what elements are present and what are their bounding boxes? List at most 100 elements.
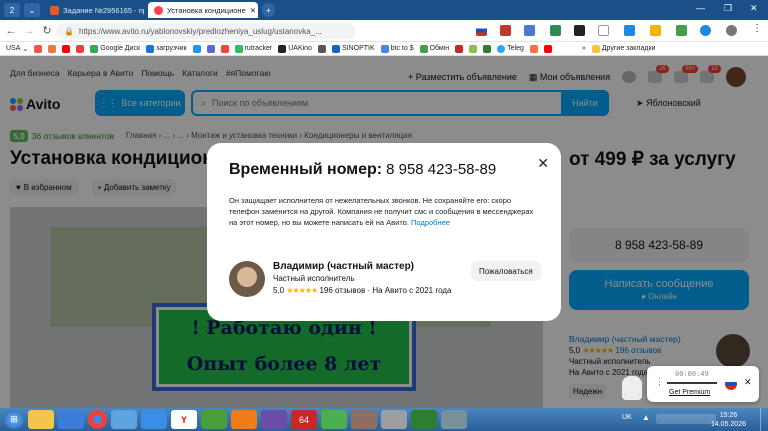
- bookmarks-bar: USA ⌄ Google Диск загрузчик rutracker UAK…: [0, 42, 768, 56]
- bookmark-uakino[interactable]: UAKino: [278, 44, 312, 53]
- bookmark-icon-9[interactable]: [455, 44, 464, 53]
- bookmark-rutracker[interactable]: rutracker: [234, 44, 272, 53]
- bookmark-usa[interactable]: USA ⌄: [6, 45, 28, 53]
- recorder-close-icon[interactable]: ✕: [744, 377, 752, 388]
- folder-icon: [591, 44, 600, 53]
- youtube-icon-2: [543, 44, 552, 53]
- tray-icons[interactable]: [656, 414, 716, 424]
- recorder-progress: [667, 382, 717, 384]
- bookmark-icon-7[interactable]: [220, 44, 229, 53]
- reload-icon[interactable]: ↻: [40, 24, 54, 37]
- network-icon[interactable]: [111, 410, 137, 429]
- shazam-extension-icon[interactable]: [700, 25, 711, 36]
- close-window-icon[interactable]: ✕: [750, 3, 758, 14]
- maximize-icon[interactable]: ❐: [724, 3, 732, 14]
- show-desktop-button[interactable]: [760, 408, 768, 431]
- bookmark-exchange[interactable]: Обмін: [419, 44, 449, 53]
- calendar-extension-icon[interactable]: [598, 25, 609, 36]
- start-windows-icon[interactable]: ⊞: [4, 410, 24, 429]
- aida64-icon[interactable]: 64: [291, 410, 317, 429]
- yandex-browser-icon[interactable]: Y: [171, 410, 197, 429]
- menu-dots-icon[interactable]: ⋮: [752, 23, 763, 34]
- tray-arrow-icon[interactable]: ▲: [642, 413, 650, 422]
- media-player-icon[interactable]: [231, 410, 257, 429]
- tag-extension-icon[interactable]: [550, 25, 561, 36]
- tab-avito[interactable]: Установка кондиционе ✕: [148, 2, 258, 18]
- download-icon: [146, 44, 155, 53]
- folder-app-icon[interactable]: [351, 410, 377, 429]
- download-extension-icon[interactable]: [624, 25, 635, 36]
- close-icon[interactable]: ✕: [537, 155, 549, 172]
- more-link[interactable]: Подробнее: [411, 218, 450, 227]
- vk-icon: [192, 44, 201, 53]
- bookmark-telegram[interactable]: Teleg: [497, 44, 524, 53]
- modal-seller-avatar[interactable]: [229, 261, 265, 297]
- shield-app-icon[interactable]: [58, 410, 84, 429]
- terminal-app-icon[interactable]: [411, 410, 437, 429]
- minimize-icon[interactable]: —: [696, 3, 705, 13]
- profile-extension-icon[interactable]: [726, 25, 737, 36]
- stars-icon: ★★★★★: [286, 286, 318, 295]
- avatar-face: [237, 267, 257, 287]
- new-tab-plus-icon[interactable]: +: [262, 3, 275, 17]
- bookmark-sinoptik[interactable]: SINOPTIK: [331, 44, 375, 53]
- recorder-time: 00:00:49: [675, 370, 709, 378]
- url-input[interactable]: 🔒 https://www.avito.ru/yablonovskiy/pred…: [56, 23, 356, 39]
- modal-seller-name[interactable]: Владимир (частный мастер): [273, 261, 451, 273]
- explorer-icon[interactable]: [28, 410, 54, 429]
- bookmark-icon-4[interactable]: [76, 44, 85, 53]
- drag-handle-icon[interactable]: ⋮: [655, 376, 664, 387]
- bookmark-icon-6[interactable]: [206, 44, 215, 53]
- heart-icon: [220, 44, 229, 53]
- ie-icon[interactable]: [141, 410, 167, 429]
- mail-extension-icon[interactable]: [650, 25, 661, 36]
- bookmark-icon-13[interactable]: [543, 44, 552, 53]
- chevron-down-icon: ⌄: [22, 45, 29, 53]
- language-indicator[interactable]: UK: [622, 414, 632, 421]
- modal-title: Временный номер: 8 958 423-58-89: [229, 161, 497, 178]
- back-arrow-icon[interactable]: ←: [4, 25, 18, 37]
- recorder-mascot-icon: [622, 376, 642, 400]
- weather-extension-icon[interactable]: [574, 25, 585, 36]
- youtube-icon: [62, 44, 71, 53]
- screen-app-icon[interactable]: [441, 410, 467, 429]
- shield-extension-icon[interactable]: [500, 25, 511, 36]
- bookmark-icon-8[interactable]: [317, 44, 326, 53]
- forward-arrow-icon[interactable]: →: [22, 25, 36, 37]
- flag-ru-extension-icon[interactable]: [476, 25, 487, 36]
- arrow-down-extension-icon[interactable]: [676, 25, 687, 36]
- bookmark-btc[interactable]: btc to $: [380, 44, 414, 53]
- exchange-icon: [419, 44, 428, 53]
- bookmark-icon-5[interactable]: [192, 44, 201, 53]
- bookmark-loader[interactable]: загрузчик: [146, 44, 187, 53]
- tab-list-chevron-icon[interactable]: ⌄: [24, 3, 40, 17]
- tab-task[interactable]: Задание №2956165 - про: [44, 2, 144, 18]
- flag-ru-icon[interactable]: [725, 378, 737, 390]
- modal-seller-info: Владимир (частный мастер) Частный исполн…: [273, 261, 452, 295]
- system-clock[interactable]: 15:26 14.05.2026: [711, 411, 746, 429]
- telegram-icon: [497, 44, 506, 53]
- g-icon: [34, 44, 43, 53]
- cashier-icon[interactable]: [201, 410, 227, 429]
- viber-icon[interactable]: [261, 410, 287, 429]
- complain-button[interactable]: Пожаловаться: [471, 261, 541, 281]
- colors-app-icon[interactable]: [321, 410, 347, 429]
- bookmark-icon-2[interactable]: [48, 44, 57, 53]
- notes-app-icon[interactable]: [381, 410, 407, 429]
- chrome-icon[interactable]: [88, 410, 107, 429]
- uakino-icon: [278, 44, 287, 53]
- translate-extension-icon[interactable]: [524, 25, 535, 36]
- close-tab-icon[interactable]: ✕: [250, 6, 256, 15]
- bookmark-icon-11[interactable]: [483, 44, 492, 53]
- bookmark-icon-3[interactable]: [62, 44, 71, 53]
- bookmark-icon-1[interactable]: [34, 44, 43, 53]
- dot-icon: [317, 44, 326, 53]
- get-premium-link[interactable]: Get Premium: [669, 389, 710, 396]
- bookmark-google-drive[interactable]: Google Диск: [90, 44, 140, 53]
- bookmark-icon-10[interactable]: [469, 44, 478, 53]
- tab-counter[interactable]: 2: [4, 3, 20, 17]
- bookmark-other[interactable]: Другие закладки: [591, 44, 655, 53]
- bookmark-icon-12[interactable]: [529, 44, 538, 53]
- more-bookmarks[interactable]: »: [582, 45, 586, 52]
- task-site-icon: [50, 5, 59, 15]
